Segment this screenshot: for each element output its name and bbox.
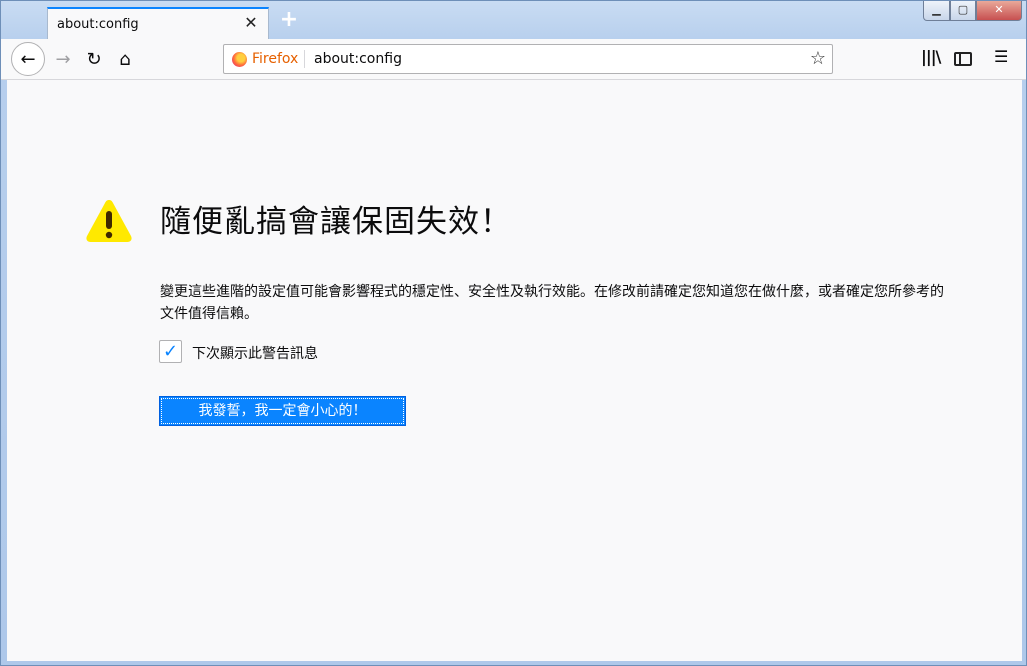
reload-button[interactable]: ↻	[79, 44, 109, 74]
close-icon[interactable]: ✕	[242, 14, 260, 32]
library-icon[interactable]: |||\	[921, 47, 941, 66]
navigation-toolbar: ← → ↻ ⌂ Firefox about:config ☆ |||\ ☰	[1, 39, 1026, 80]
url-separator	[304, 50, 305, 68]
forward-button[interactable]: →	[48, 44, 78, 74]
back-button[interactable]: ←	[11, 42, 45, 76]
warning-title: 隨便亂搞會讓保固失效！	[160, 204, 512, 240]
sidebar-icon[interactable]	[954, 52, 972, 66]
tab-title: about:config	[57, 17, 139, 32]
bookmark-star-icon[interactable]: ☆	[810, 48, 826, 69]
warning-description: 變更這些進階的設定值可能會影響程式的穩定性、安全性及執行效能。在修改前請確定您知…	[160, 284, 944, 322]
home-icon: ⌂	[119, 48, 131, 70]
minimize-button[interactable]: ▁	[923, 1, 950, 21]
identity-label[interactable]: Firefox	[252, 51, 298, 67]
accept-risk-button[interactable]: 我發誓，我一定會小心的！	[159, 396, 406, 426]
new-tab-button[interactable]: +	[278, 9, 300, 31]
tab-about-config[interactable]: about:config ✕	[47, 7, 269, 39]
tab-strip: about:config ✕ + ▁ ▢ ✕	[1, 1, 1026, 39]
maximize-button[interactable]: ▢	[950, 1, 976, 21]
menu-icon[interactable]: ☰	[994, 47, 1008, 66]
browser-window: about:config ✕ + ▁ ▢ ✕ ← → ↻ ⌂ Firefox a…	[0, 0, 1027, 666]
arrow-right-icon: →	[55, 48, 71, 70]
url-bar[interactable]: Firefox about:config ☆	[223, 44, 833, 74]
arrow-left-icon: ←	[20, 48, 36, 70]
page-content: 隨便亂搞會讓保固失效！ 變更這些進階的設定值可能會影響程式的穩定性、安全性及執行…	[7, 80, 1022, 661]
warning-icon	[86, 200, 132, 242]
window-controls: ▁ ▢ ✕	[923, 1, 1022, 21]
window-close-button[interactable]: ✕	[976, 1, 1022, 21]
reload-icon: ↻	[86, 48, 102, 70]
show-warning-checkbox[interactable]: ✓	[159, 340, 182, 363]
home-button[interactable]: ⌂	[110, 44, 140, 74]
firefox-logo-icon	[232, 52, 247, 67]
show-warning-label[interactable]: 下次顯示此警告訊息	[192, 343, 318, 363]
url-input[interactable]: about:config	[314, 51, 402, 67]
